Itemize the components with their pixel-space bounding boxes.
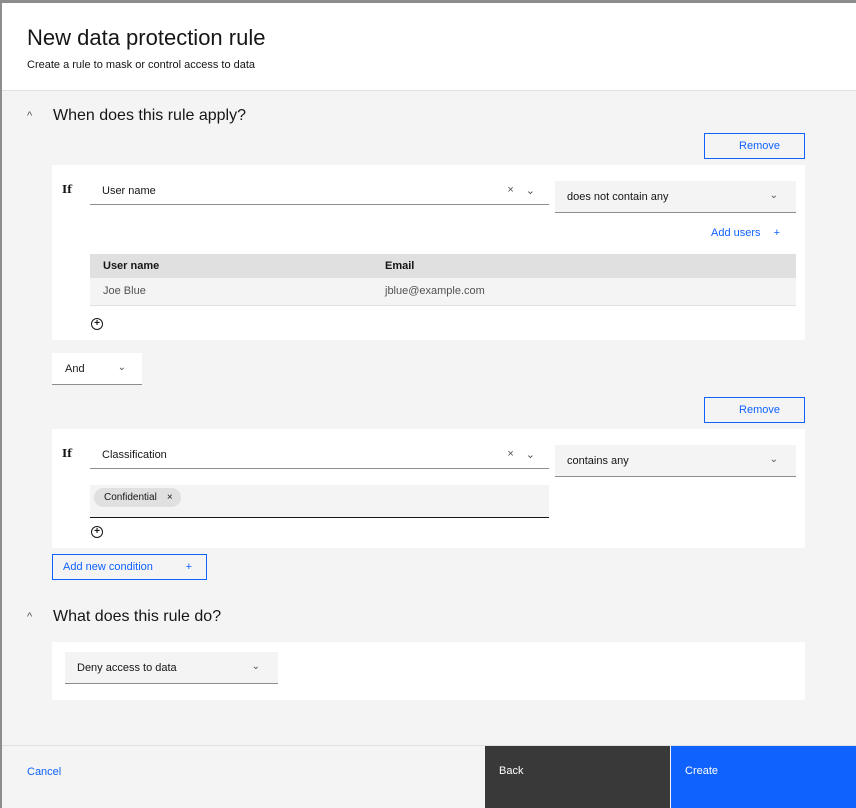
add-users-button[interactable]: Add users + — [711, 227, 780, 239]
action-value: Deny access to data — [77, 661, 177, 674]
chevron-down-icon: ⌄ — [251, 661, 260, 672]
tag-input[interactable]: Confidential × — [90, 485, 549, 518]
modal-title: New data protection rule — [27, 25, 266, 50]
add-condition-label: Add new condition — [63, 561, 153, 573]
create-button[interactable]: Create — [671, 746, 856, 808]
cell-user-name: Joe Blue — [90, 278, 372, 306]
action-card: Deny access to data ⌄ — [52, 642, 805, 700]
add-users-label: Add users — [711, 227, 761, 239]
if-label: If — [62, 183, 72, 196]
column-header-user-name: User name — [90, 254, 372, 278]
operator-value: contains any — [567, 454, 629, 467]
clear-icon[interactable]: × — [507, 184, 513, 197]
remove-condition-2-button[interactable]: Remove — [704, 397, 805, 423]
column-header-email: Email — [372, 254, 796, 278]
chevron-up-icon: ^ — [27, 110, 33, 122]
action-select[interactable]: Deny access to data ⌄ — [65, 652, 278, 684]
conjunction-value: And — [65, 362, 85, 375]
plus-icon: + — [773, 227, 781, 239]
if-label: If — [62, 447, 72, 460]
tag-confidential: Confidential × — [94, 488, 181, 507]
tag-label: Confidential — [104, 492, 157, 503]
modal-footer: Cancel Back Create — [2, 745, 856, 808]
clear-icon[interactable]: × — [507, 448, 513, 461]
field-combobox-1[interactable]: User name × ⌄ — [90, 177, 549, 205]
field-value: Classification — [102, 448, 167, 461]
chevron-down-icon: ⌄ — [117, 362, 126, 373]
modal-subtitle: Create a rule to mask or control access … — [27, 59, 256, 71]
condition-card-1: If User name × ⌄ does not contain any ⌄ … — [52, 165, 805, 340]
section-when-heading: When does this rule apply? — [53, 107, 246, 124]
section-when-toggle[interactable]: ^ When does this rule apply? — [27, 107, 246, 125]
section-what-toggle[interactable]: ^ What does this rule do? — [27, 608, 221, 626]
chevron-down-icon: ⌄ — [769, 454, 778, 465]
new-rule-modal: New data protection rule Create a rule t… — [2, 3, 856, 808]
field-value: User name — [102, 184, 156, 197]
chevron-up-icon: ^ — [27, 611, 33, 623]
condition-card-2: If Classification × ⌄ contains any ⌄ Con… — [52, 429, 805, 548]
plus-icon: + — [185, 561, 192, 573]
operator-value: does not contain any — [567, 190, 669, 203]
close-icon[interactable]: × — [167, 492, 173, 503]
chevron-down-icon[interactable]: ⌄ — [526, 184, 535, 197]
conjunction-select[interactable]: And ⌄ — [52, 353, 142, 385]
chevron-down-icon[interactable]: ⌄ — [526, 448, 535, 461]
add-circle-icon[interactable]: + — [91, 318, 103, 330]
operator-select-1[interactable]: does not contain any ⌄ — [555, 181, 796, 213]
table-row[interactable]: Joe Blue jblue@example.com — [90, 278, 796, 306]
remove-condition-1-button[interactable]: Remove — [704, 133, 805, 159]
chevron-down-icon: ⌄ — [769, 190, 778, 201]
field-combobox-2[interactable]: Classification × ⌄ — [90, 441, 549, 469]
back-button[interactable]: Back — [485, 746, 670, 808]
add-new-condition-button[interactable]: Add new condition + — [52, 554, 207, 580]
modal-header: New data protection rule Create a rule t… — [2, 3, 856, 91]
add-circle-icon[interactable]: + — [91, 526, 103, 538]
operator-select-2[interactable]: contains any ⌄ — [555, 445, 796, 477]
section-what-heading: What does this rule do? — [53, 608, 222, 625]
users-table: User name Email Joe Blue jblue@example.c… — [90, 254, 796, 306]
cell-email: jblue@example.com — [372, 278, 796, 306]
cancel-button[interactable]: Cancel — [27, 766, 61, 778]
